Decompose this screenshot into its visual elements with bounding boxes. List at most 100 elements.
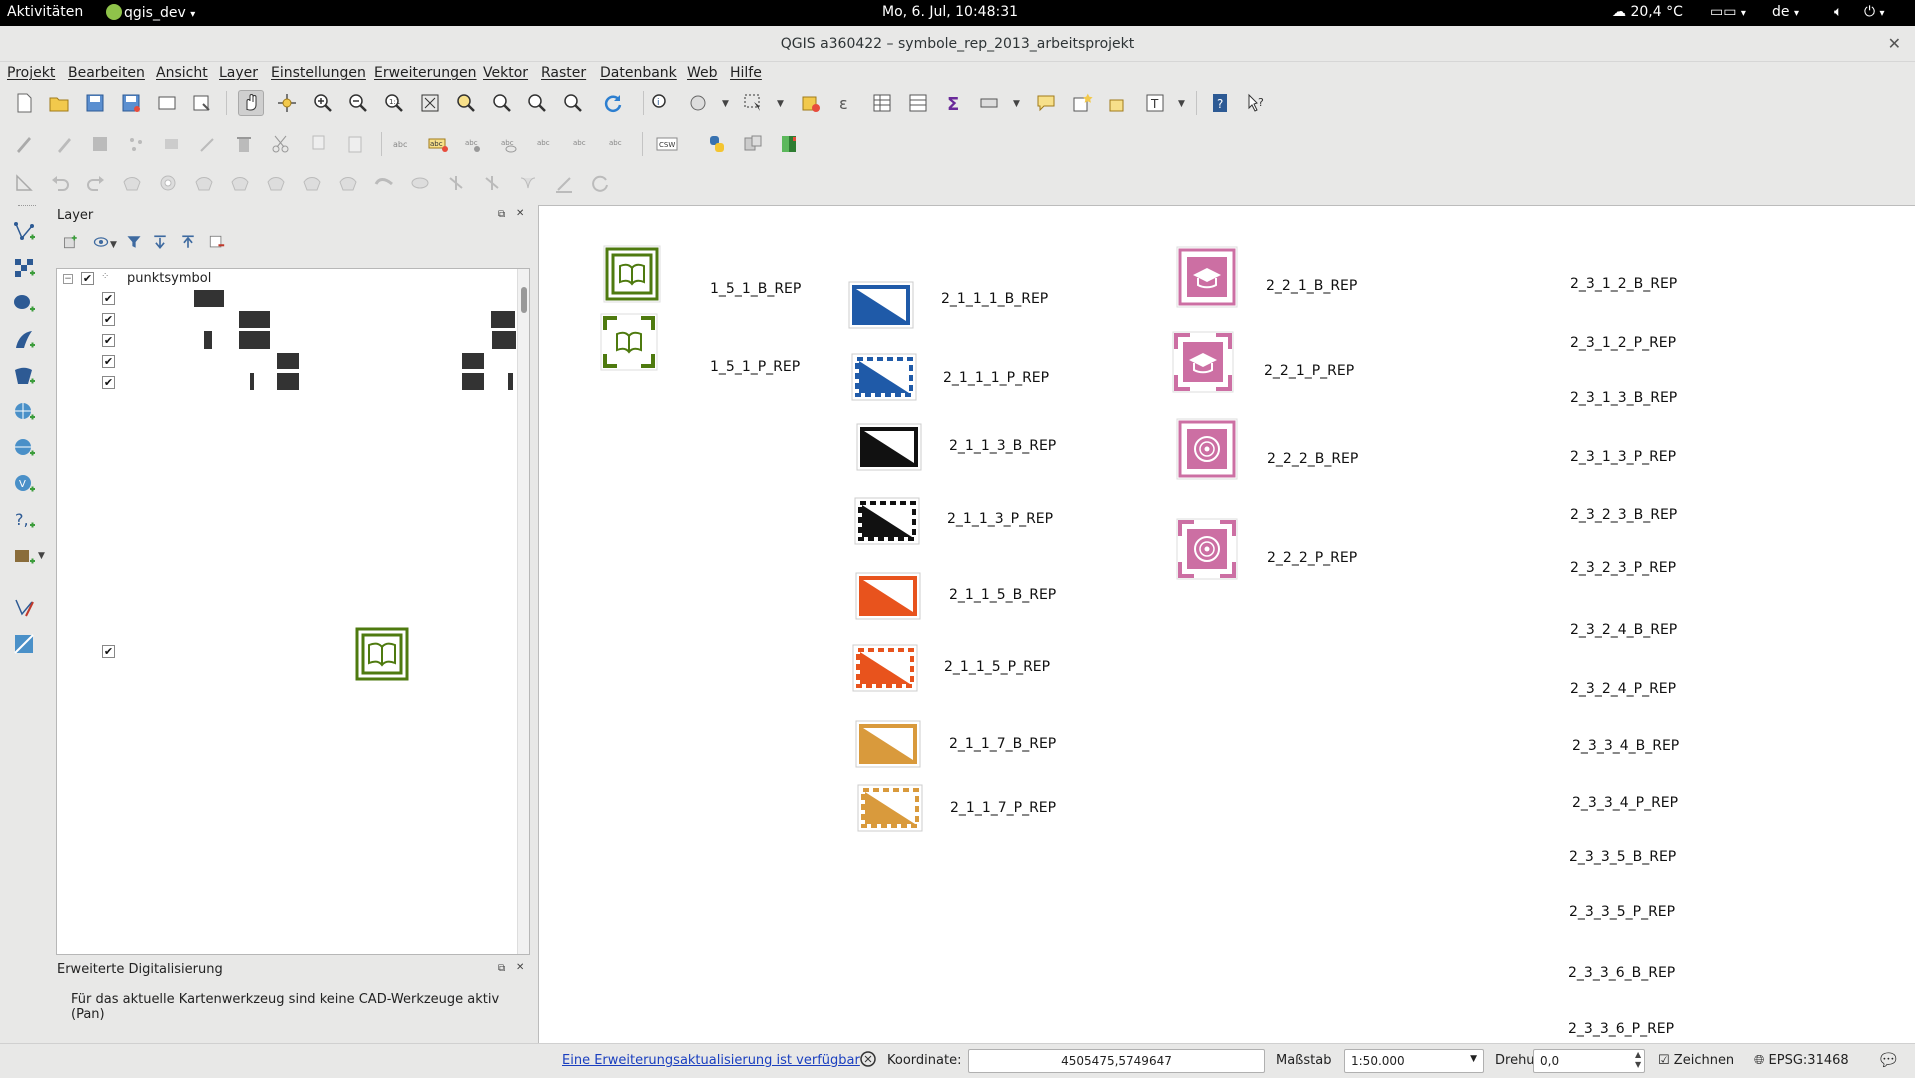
category-checkbox[interactable]: ✔	[102, 334, 115, 347]
category-checkbox[interactable]: ✔	[102, 376, 115, 389]
add-vector-layer-icon[interactable]	[10, 218, 38, 246]
menu-erweiterungen[interactable]: Erweiterungen	[374, 65, 477, 81]
open-project-icon[interactable]	[46, 90, 72, 116]
display-icon[interactable]: ▭▭ ▾	[1710, 4, 1746, 20]
menu-ansicht[interactable]: Ansicht	[156, 65, 208, 81]
plugin-manager-icon[interactable]	[740, 131, 766, 157]
new-project-icon[interactable]	[11, 90, 37, 116]
add-ring-icon[interactable]	[155, 170, 181, 196]
menu-datenbank[interactable]: Datenbank	[600, 65, 677, 81]
add-wms-layer-icon[interactable]	[10, 398, 38, 426]
statistics-sigma-icon[interactable]: Σ	[941, 90, 967, 116]
zoom-last-icon[interactable]	[524, 90, 550, 116]
chevron-down-icon[interactable]: ▼	[1178, 99, 1185, 109]
menu-layer[interactable]: Layer	[219, 65, 258, 81]
show-hide-labels-icon[interactable]: abc	[497, 131, 523, 157]
scrollbar-thumb[interactable]	[521, 287, 527, 313]
chevron-down-icon[interactable]: ▼	[38, 551, 45, 561]
text-annotation-icon[interactable]: T	[1142, 90, 1168, 116]
add-wfs-layer-icon[interactable]: V	[10, 470, 38, 498]
render-toggle[interactable]: ☑ Zeichnen	[1658, 1053, 1734, 1068]
layer-labeling-icon[interactable]: abc	[425, 131, 451, 157]
cut-features-icon[interactable]	[268, 131, 294, 157]
save-as-icon[interactable]	[118, 90, 144, 116]
close-panel-icon[interactable]: ✕	[516, 208, 524, 219]
collapse-toggle-icon[interactable]: −	[63, 274, 73, 284]
map-canvas[interactable]: 1_5_1_B_REP 1_5_1_P_REP 2_1_1_1_B_REP 2_…	[538, 205, 1915, 1043]
delete-selected-icon[interactable]	[231, 131, 257, 157]
run-action-icon[interactable]	[685, 90, 711, 116]
zoom-full-icon[interactable]	[417, 90, 443, 116]
new-spatialite-layer-icon[interactable]	[10, 630, 38, 658]
zoom-next-icon[interactable]	[560, 90, 586, 116]
scale-combobox[interactable]: 1:50.000 ▼	[1344, 1049, 1484, 1073]
move-feature-icon[interactable]	[159, 131, 185, 157]
select-by-expression-icon[interactable]: ε	[833, 90, 859, 116]
app-menu[interactable]: qgis_dev ▾	[106, 4, 195, 21]
activities-button[interactable]: Aktivitäten	[7, 4, 83, 20]
rotate-feature-icon[interactable]	[587, 170, 613, 196]
menu-einstellungen[interactable]: Einstellungen	[271, 65, 366, 81]
volume-icon[interactable]: 🔈︎	[1834, 4, 1842, 20]
new-shapefile-layer-icon[interactable]	[10, 594, 38, 622]
pin-labels-icon[interactable]: abc	[461, 131, 487, 157]
simplify-feature-icon[interactable]	[119, 170, 145, 196]
measure-icon[interactable]	[976, 90, 1002, 116]
menu-projekt[interactable]: Projekt	[7, 65, 55, 81]
rotation-spinbox[interactable]: 0,0	[1533, 1049, 1645, 1073]
weather-indicator[interactable]: ☁ 20,4 °C	[1612, 4, 1683, 20]
delete-ring-icon[interactable]	[263, 170, 289, 196]
zoom-in-icon[interactable]	[310, 90, 336, 116]
split-features-icon[interactable]	[407, 170, 433, 196]
add-part-icon[interactable]	[191, 170, 217, 196]
new-bookmark-icon[interactable]	[1069, 90, 1095, 116]
merge-attributes-icon[interactable]	[515, 170, 541, 196]
current-edits-icon[interactable]	[11, 131, 37, 157]
refresh-icon[interactable]	[600, 90, 626, 116]
plugin-update-link[interactable]: Eine Erweiterungsaktualisierung ist verf…	[562, 1053, 860, 1068]
category-checkbox[interactable]: ✔	[102, 645, 115, 658]
toggle-editing-pencil-icon[interactable]	[51, 131, 77, 157]
undo-icon[interactable]	[47, 170, 73, 196]
float-panel-icon[interactable]: ⧉	[498, 209, 505, 220]
pan-hand-icon[interactable]	[238, 90, 264, 116]
add-wcs-layer-icon[interactable]	[10, 434, 38, 462]
redo-icon[interactable]	[83, 170, 109, 196]
save-project-icon[interactable]	[82, 90, 108, 116]
composer-manager-icon[interactable]	[189, 90, 215, 116]
csw-icon[interactable]: CSW	[654, 131, 680, 157]
select-features-icon[interactable]	[740, 90, 766, 116]
close-icon[interactable]: ✕	[1888, 34, 1901, 53]
identify-icon[interactable]: i	[648, 90, 674, 116]
python-icon[interactable]	[704, 131, 730, 157]
messages-icon[interactable]	[859, 1050, 877, 1072]
add-postgis-layer-icon[interactable]	[10, 290, 38, 318]
add-oracle-layer-icon[interactable]	[10, 542, 38, 570]
filter-legend-icon[interactable]	[124, 232, 144, 252]
add-mssql-layer-icon[interactable]	[10, 362, 38, 390]
label-abc-icon[interactable]: abc	[389, 131, 415, 157]
power-icon[interactable]: ⏻ ▾	[1864, 4, 1885, 20]
split-parts-icon[interactable]	[443, 170, 469, 196]
crs-button[interactable]: 🌐︎ EPSG:31468	[1754, 1053, 1849, 1068]
field-calculator-icon[interactable]	[905, 90, 931, 116]
merge-features-icon[interactable]	[479, 170, 505, 196]
cad-enable-icon[interactable]	[11, 170, 37, 196]
paste-features-icon[interactable]	[342, 131, 368, 157]
language-indicator[interactable]: de ▾	[1772, 4, 1799, 20]
log-messages-icon[interactable]: 💬︎	[1877, 1050, 1900, 1071]
group-visibility-checkbox[interactable]: ✔	[81, 272, 94, 285]
coordinate-field[interactable]: 4505475,5749647	[968, 1049, 1265, 1073]
zoom-native-icon[interactable]: 1:1	[381, 90, 407, 116]
whats-this-icon[interactable]: ?	[1243, 90, 1269, 116]
change-label-icon[interactable]: abc	[605, 131, 631, 157]
menu-hilfe[interactable]: Hilfe	[730, 65, 762, 81]
show-bookmarks-icon[interactable]	[1105, 90, 1131, 116]
layer-tree-scrollbar[interactable]	[517, 269, 529, 954]
chevron-down-icon[interactable]: ▼	[722, 99, 729, 109]
chevron-down-icon[interactable]: ▼	[1013, 99, 1020, 109]
category-checkbox[interactable]: ✔	[102, 292, 115, 305]
add-raster-layer-icon[interactable]	[10, 254, 38, 282]
category-checkbox[interactable]: ✔	[102, 355, 115, 368]
save-edits-icon[interactable]	[87, 131, 113, 157]
